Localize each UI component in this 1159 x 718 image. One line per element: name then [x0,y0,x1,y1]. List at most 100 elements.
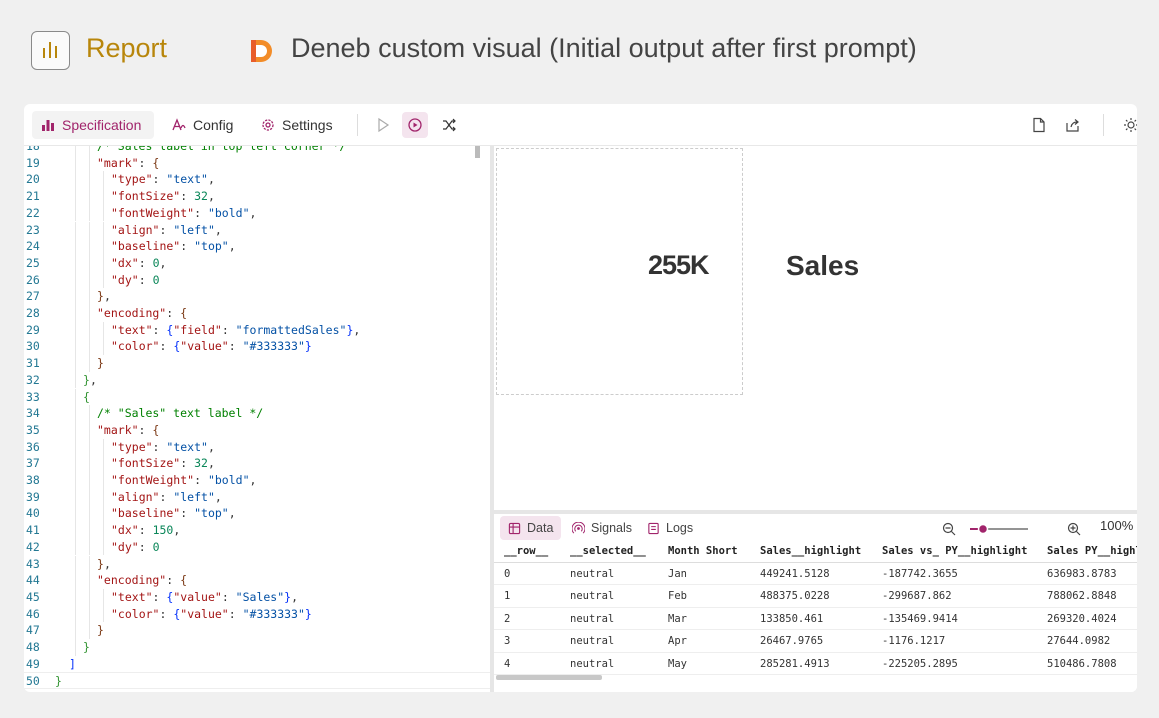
column-header: __row__ [504,545,549,557]
code-line[interactable]: 20 "type": "text", [24,171,490,188]
code-line[interactable]: 25 "dx": 0, [24,255,490,272]
indent-guide [75,505,76,523]
code-line[interactable]: 44 "encoding": { [24,572,490,589]
code-line[interactable]: 46 "color": {"value": "#333333"} [24,606,490,623]
export-button[interactable] [1060,112,1086,138]
table-cell: 788062.8848 [1047,590,1117,602]
title-bar: Report Deneb custom visual (Initial outp… [0,0,1159,100]
indent-guide [89,622,90,639]
code-line[interactable]: 50} [24,672,490,690]
code-line[interactable]: 34 /* "Sales" text label */ [24,405,490,422]
code-line[interactable]: 45 "text": {"value": "Sales"}, [24,589,490,606]
code-line[interactable]: 49] [24,656,490,673]
code-line[interactable]: 36 "type": "text", [24,439,490,456]
indent-guide [75,321,76,339]
tab-config[interactable]: Config [163,111,241,139]
table-row: 3 neutral Apr 26467.9765 -1176.1217 27644.098… [494,630,1137,653]
code-line[interactable]: 22 "fontWeight": "bold", [24,205,490,222]
indent-guide [75,154,76,172]
indent-guide [75,639,76,656]
code-line[interactable]: 29 "text": {"field": "formattedSales"}, [24,322,490,339]
code-text: "dx": 150, [111,523,181,538]
code-text: "fontSize": 32, [111,189,215,204]
theme-toggle-button[interactable] [1118,112,1137,138]
zoom-in-icon[interactable] [1067,522,1081,536]
table-cell: Jan [668,567,687,580]
table-cell: May [668,657,687,670]
table-cell: 2 [504,612,511,625]
code-line[interactable]: 21 "fontSize": 32, [24,188,490,205]
indent-guide [89,572,90,589]
code-line[interactable]: 24 "baseline": "top", [24,238,490,255]
indent-guide [89,421,90,439]
line-number: 37 [26,456,40,471]
visual-preview: 255K Sales [494,146,1137,511]
line-number: 33 [26,389,40,404]
code-line[interactable]: 32}, [24,372,490,389]
code-line[interactable]: 43}, [24,556,490,573]
code-line[interactable]: 37 "fontSize": 32, [24,455,490,472]
column-header: Sales vs_ PY__highlight [882,545,1028,557]
code-line[interactable]: 33 { [24,389,490,406]
column-header: __selected__ [570,545,646,557]
table-cell: 3 [504,635,511,647]
code-line[interactable]: 27}, [24,288,490,305]
tab-specification[interactable]: Specification [32,111,154,139]
code-line[interactable]: 28 "encoding": { [24,305,490,322]
line-number: 26 [26,272,40,287]
code-line[interactable]: 42 "dy": 0 [24,539,490,556]
column-header: Sales__highlight [760,545,862,557]
play-icon [378,117,390,133]
indent-guide [89,438,90,456]
indent-guide [103,522,104,539]
code-line[interactable]: 19 "mark": { [24,155,490,172]
share-icon [1066,119,1079,132]
indent-guide [89,188,90,205]
tab-signals[interactable]: Signals [564,516,640,540]
line-number: 27 [26,289,40,304]
code-line[interactable]: 48} [24,639,490,656]
code-editor[interactable]: 18 /* Sales label in top left corner */ 19… [24,146,490,692]
table-cell: 4 [504,657,511,670]
line-number: 18 [26,146,40,153]
code-text: }, [97,289,111,304]
code-text: "dy": 0 [111,539,160,554]
tab-data[interactable]: Data [500,516,562,540]
code-line[interactable]: 41 "dx": 150, [24,522,490,539]
indent-guide [75,338,76,356]
indent-guide [103,188,104,205]
run-button[interactable] [370,112,396,138]
code-text: }, [97,556,111,571]
new-file-button[interactable] [1026,112,1052,138]
zoom-out-icon[interactable] [942,522,956,536]
zoom-slider[interactable] [968,522,1030,536]
code-line[interactable]: 39 "align": "left", [24,489,490,506]
code-text: } [97,356,104,371]
tab-logs-label: Logs [666,521,694,535]
code-line[interactable]: 38 "fontWeight": "bold", [24,472,490,489]
indent-guide [103,488,104,506]
shuffle-button[interactable] [436,112,462,138]
code-line[interactable]: 26 "dy": 0 [24,272,490,289]
indent-guide [89,588,90,606]
indent-guide [75,355,76,372]
code-line[interactable]: 30 "color": {"value": "#333333"} [24,338,490,355]
indent-guide [89,154,90,172]
indent-guide [75,555,76,573]
table-cell: Apr [668,635,687,647]
code-line[interactable]: 35 "mark": { [24,422,490,439]
indent-guide [89,472,90,489]
report-title: Report [86,33,168,63]
code-line[interactable]: 31} [24,355,490,372]
code-text: "dx": 0, [111,255,167,270]
table-horizontal-scrollbar[interactable] [496,675,602,680]
code-line[interactable]: 40 "baseline": "top", [24,505,490,522]
code-line[interactable]: 18 /* Sales label in top left corner */ [24,146,490,155]
indent-guide [89,146,90,155]
tab-logs[interactable]: Logs [639,516,701,540]
tab-settings[interactable]: Settings [252,111,341,139]
report-icon [31,31,70,70]
auto-apply-button[interactable] [402,112,428,138]
code-line[interactable]: 47} [24,622,490,639]
code-line[interactable]: 23 "align": "left", [24,222,490,239]
